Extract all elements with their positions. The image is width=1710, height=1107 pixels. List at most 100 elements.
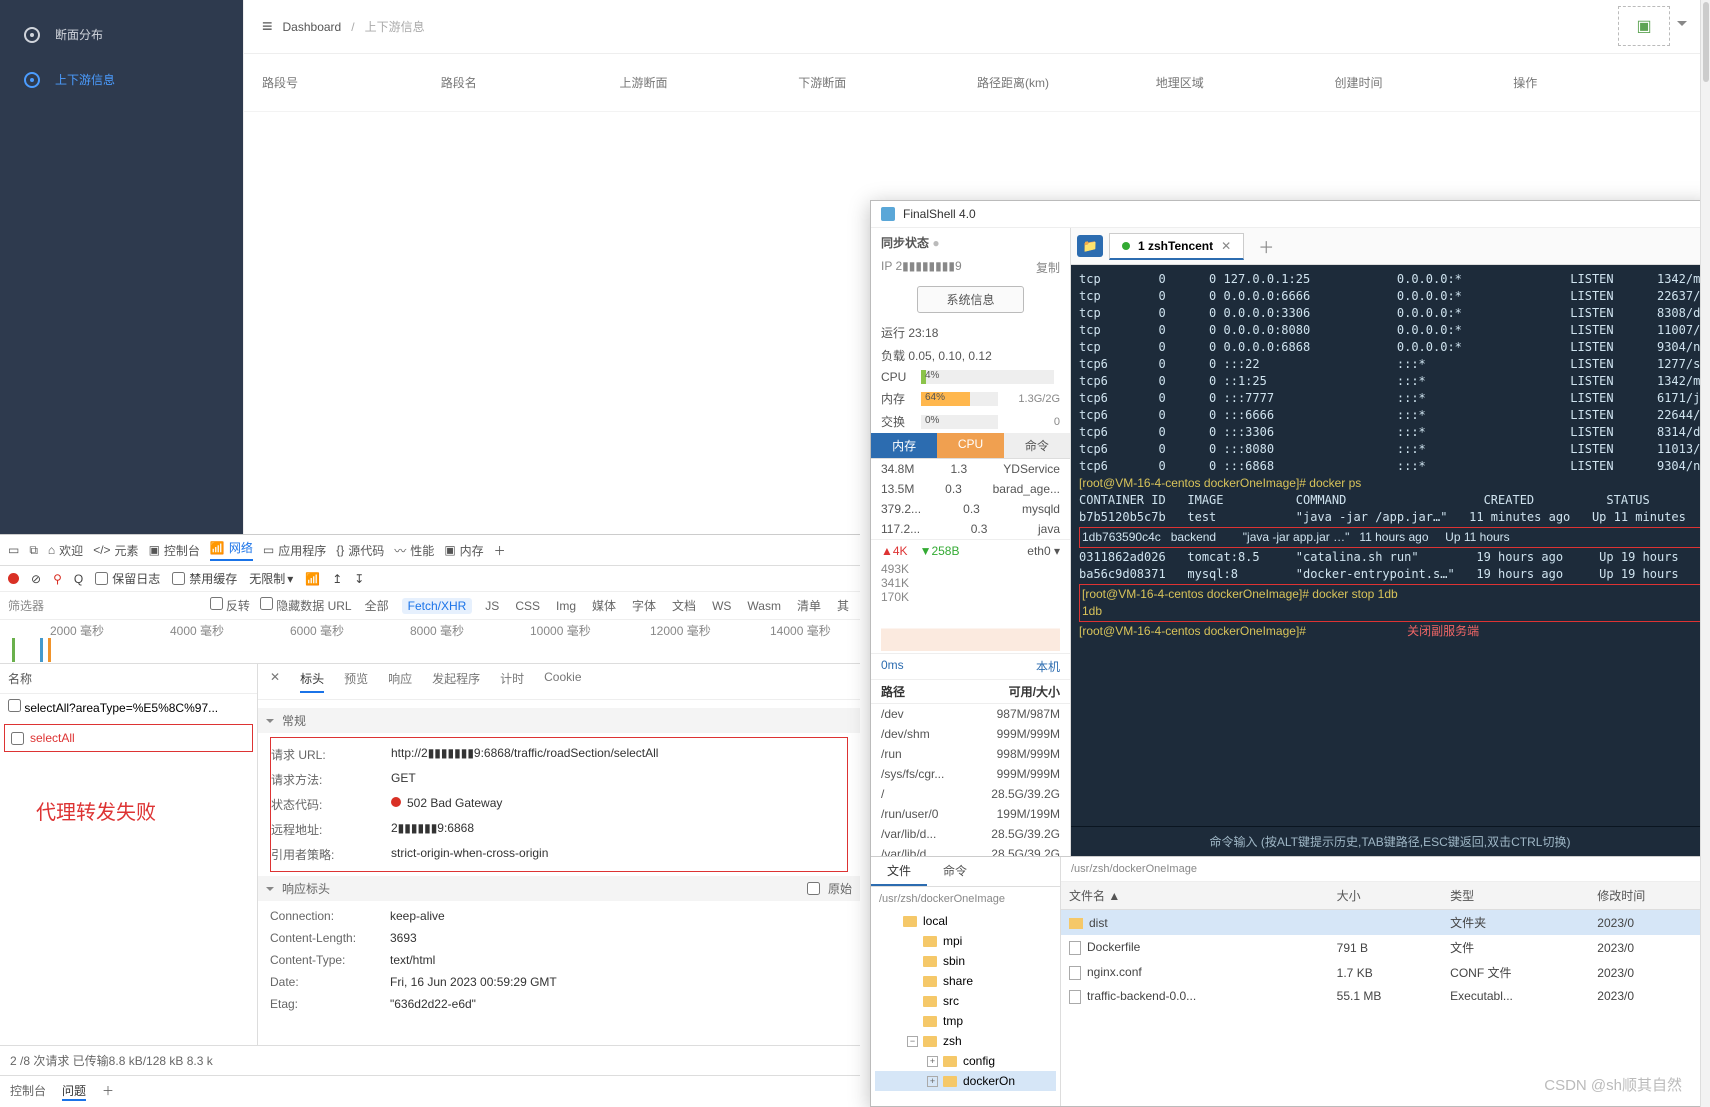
drawer-add[interactable]: ＋ bbox=[102, 1082, 114, 1101]
tree-node[interactable]: −zsh bbox=[875, 1031, 1056, 1051]
tab-cookies[interactable]: Cookie bbox=[544, 670, 581, 693]
proc-tab-mem[interactable]: 内存 bbox=[871, 433, 937, 458]
tree-node[interactable]: +dockerOn bbox=[875, 1071, 1056, 1091]
filter-wasm[interactable]: Wasm bbox=[744, 598, 784, 614]
proc-row[interactable]: 13.5M0.3barad_age... bbox=[871, 479, 1070, 499]
disable-cache-toggle[interactable]: 禁用缓存 bbox=[172, 570, 237, 587]
lat-host[interactable]: 本机 bbox=[1036, 658, 1060, 675]
path-row[interactable]: /28.5G/39.2G bbox=[871, 784, 1070, 804]
proc-row[interactable]: 34.8M1.3YDService bbox=[871, 459, 1070, 479]
device-icon[interactable]: ⧉ bbox=[29, 543, 38, 558]
menu-icon[interactable]: ≡ bbox=[262, 16, 273, 37]
tab-network[interactable]: 📶 网络 bbox=[210, 539, 253, 561]
tree-node[interactable]: sbin bbox=[875, 951, 1056, 971]
throttle-select[interactable]: 无限制 ▾ bbox=[249, 570, 293, 587]
filter-other[interactable]: 其 bbox=[834, 596, 852, 615]
tab-welcome[interactable]: ⌂ 欢迎 bbox=[48, 542, 83, 559]
clear-icon[interactable]: ⊘ bbox=[31, 572, 41, 586]
tree-node[interactable]: src bbox=[875, 991, 1056, 1011]
request-row[interactable]: selectAll?areaType=%E5%8C%97... bbox=[0, 694, 257, 720]
path-row[interactable]: /dev/shm999M/999M bbox=[871, 724, 1070, 744]
breadcrumb-root[interactable]: Dashboard bbox=[283, 20, 342, 34]
proc-row[interactable]: 379.2...0.3mysqld bbox=[871, 499, 1070, 519]
tab-memory[interactable]: ▣ 内存 bbox=[444, 542, 483, 559]
window-title[interactable]: FinalShell 4.0 bbox=[871, 201, 1709, 228]
tab-cmds[interactable]: 命令 bbox=[927, 857, 983, 886]
close-icon[interactable]: ✕ bbox=[1221, 239, 1231, 253]
folder-icon[interactable]: 📁 bbox=[1077, 235, 1103, 257]
proc-tab-cmd[interactable]: 命令 bbox=[1004, 433, 1070, 458]
path-row[interactable]: /sys/fs/cgr...999M/999M bbox=[871, 764, 1070, 784]
hide-data-toggle[interactable]: 隐藏数据 URL bbox=[260, 597, 352, 614]
tree-node[interactable]: share bbox=[875, 971, 1056, 991]
keep-log-toggle[interactable]: 保留日志 bbox=[95, 570, 160, 587]
tab-add[interactable]: ＋ bbox=[494, 542, 506, 559]
invert-toggle[interactable]: 反转 bbox=[210, 597, 250, 614]
tree-node[interactable]: mpi bbox=[875, 931, 1056, 951]
tree-node[interactable]: local bbox=[875, 911, 1056, 931]
filter-icon[interactable]: ⚲ bbox=[53, 572, 62, 586]
copy-link[interactable]: 复制 bbox=[1036, 259, 1060, 276]
sidebar-item-section-dist[interactable]: 断面分布 bbox=[0, 12, 243, 57]
net-if[interactable]: eth0 ▾ bbox=[1027, 544, 1060, 558]
general-section[interactable]: 常规 bbox=[258, 708, 860, 733]
proc-row[interactable]: 117.2...0.3java bbox=[871, 519, 1070, 539]
proc-tab-cpu[interactable]: CPU bbox=[937, 433, 1003, 458]
path-row[interactable]: /dev987M/987M bbox=[871, 704, 1070, 724]
tree-node[interactable]: tmp bbox=[875, 1011, 1056, 1031]
tab-preview[interactable]: 预览 bbox=[344, 670, 368, 693]
filter-media[interactable]: 媒体 bbox=[589, 596, 619, 615]
filter-js[interactable]: JS bbox=[482, 598, 502, 614]
timeline[interactable]: 2000 毫秒 4000 毫秒 6000 毫秒 8000 毫秒 10000 毫秒… bbox=[0, 620, 860, 664]
tab-console[interactable]: ▣ 控制台 bbox=[149, 542, 200, 559]
broken-image-icon[interactable]: ▣ bbox=[1618, 6, 1670, 46]
terminal-tab[interactable]: 1 zshTencent✕ bbox=[1109, 233, 1244, 260]
tab-initiator[interactable]: 发起程序 bbox=[432, 670, 480, 693]
path-row[interactable]: /var/lib/d...28.5G/39.2G bbox=[871, 844, 1070, 856]
add-tab[interactable]: ＋ bbox=[1250, 230, 1282, 262]
upload-icon[interactable]: ↥ bbox=[332, 572, 342, 586]
tab-app[interactable]: ▭ 应用程序 bbox=[263, 542, 326, 559]
col-type[interactable]: 类型 bbox=[1442, 882, 1589, 910]
drawer-issues[interactable]: 问题 bbox=[62, 1082, 86, 1101]
name-header[interactable]: 名称 bbox=[0, 664, 257, 694]
path-row[interactable]: /run998M/999M bbox=[871, 744, 1070, 764]
filter-img[interactable]: Img bbox=[553, 598, 579, 614]
terminal[interactable]: tcp 0 0 127.0.0.1:25 0.0.0.0:* LISTEN 13… bbox=[1071, 265, 1709, 826]
close-icon[interactable]: ✕ bbox=[270, 670, 280, 693]
response-headers-section[interactable]: 响应标头 原始 bbox=[258, 876, 860, 901]
tab-headers[interactable]: 标头 bbox=[300, 670, 324, 693]
download-icon[interactable]: ↧ bbox=[354, 572, 364, 586]
file-row[interactable]: dist文件夹2023/0 bbox=[1061, 910, 1709, 936]
tab-perf[interactable]: 〰 性能 bbox=[394, 542, 434, 559]
tab-sources[interactable]: {} 源代码 bbox=[336, 542, 384, 559]
col-size[interactable]: 大小 bbox=[1329, 882, 1442, 910]
tab-files[interactable]: 文件 bbox=[871, 857, 927, 886]
tab-timing[interactable]: 计时 bbox=[500, 670, 524, 693]
filter-css[interactable]: CSS bbox=[512, 598, 543, 614]
request-row-selected[interactable]: selectAll bbox=[4, 724, 253, 752]
filter-font[interactable]: 字体 bbox=[629, 596, 659, 615]
drawer-console[interactable]: 控制台 bbox=[10, 1082, 46, 1101]
file-row[interactable]: traffic-backend-0.0...55.1 MBExecutabl..… bbox=[1061, 985, 1709, 1008]
tab-response[interactable]: 响应 bbox=[388, 670, 412, 693]
inspect-icon[interactable]: ▭ bbox=[8, 543, 19, 557]
filter-doc[interactable]: 文档 bbox=[669, 596, 699, 615]
raw-toggle[interactable] bbox=[807, 882, 820, 895]
file-row[interactable]: Dockerfile791 B文件2023/0 bbox=[1061, 935, 1709, 960]
search-icon[interactable]: Q bbox=[74, 572, 83, 586]
filter-ws[interactable]: WS bbox=[709, 598, 734, 614]
filter-manifest[interactable]: 清单 bbox=[794, 596, 824, 615]
filter-all[interactable]: 全部 bbox=[362, 596, 392, 615]
tab-elements[interactable]: </> 元素 bbox=[93, 542, 138, 559]
path-row[interactable]: /run/user/0199M/199M bbox=[871, 804, 1070, 824]
sidebar-item-updown[interactable]: 上下游信息 bbox=[0, 57, 243, 102]
sysinfo-button[interactable]: 系统信息 bbox=[917, 286, 1023, 313]
scrollbar[interactable] bbox=[1700, 0, 1710, 1107]
wifi-icon[interactable]: 📶 bbox=[305, 572, 320, 586]
file-row[interactable]: nginx.conf1.7 KBCONF 文件2023/0 bbox=[1061, 960, 1709, 985]
col-mtime[interactable]: 修改时间 bbox=[1589, 882, 1709, 910]
record-icon[interactable] bbox=[8, 573, 19, 584]
col-name[interactable]: 文件名 ▲ bbox=[1061, 882, 1329, 910]
tree-node[interactable]: +config bbox=[875, 1051, 1056, 1071]
